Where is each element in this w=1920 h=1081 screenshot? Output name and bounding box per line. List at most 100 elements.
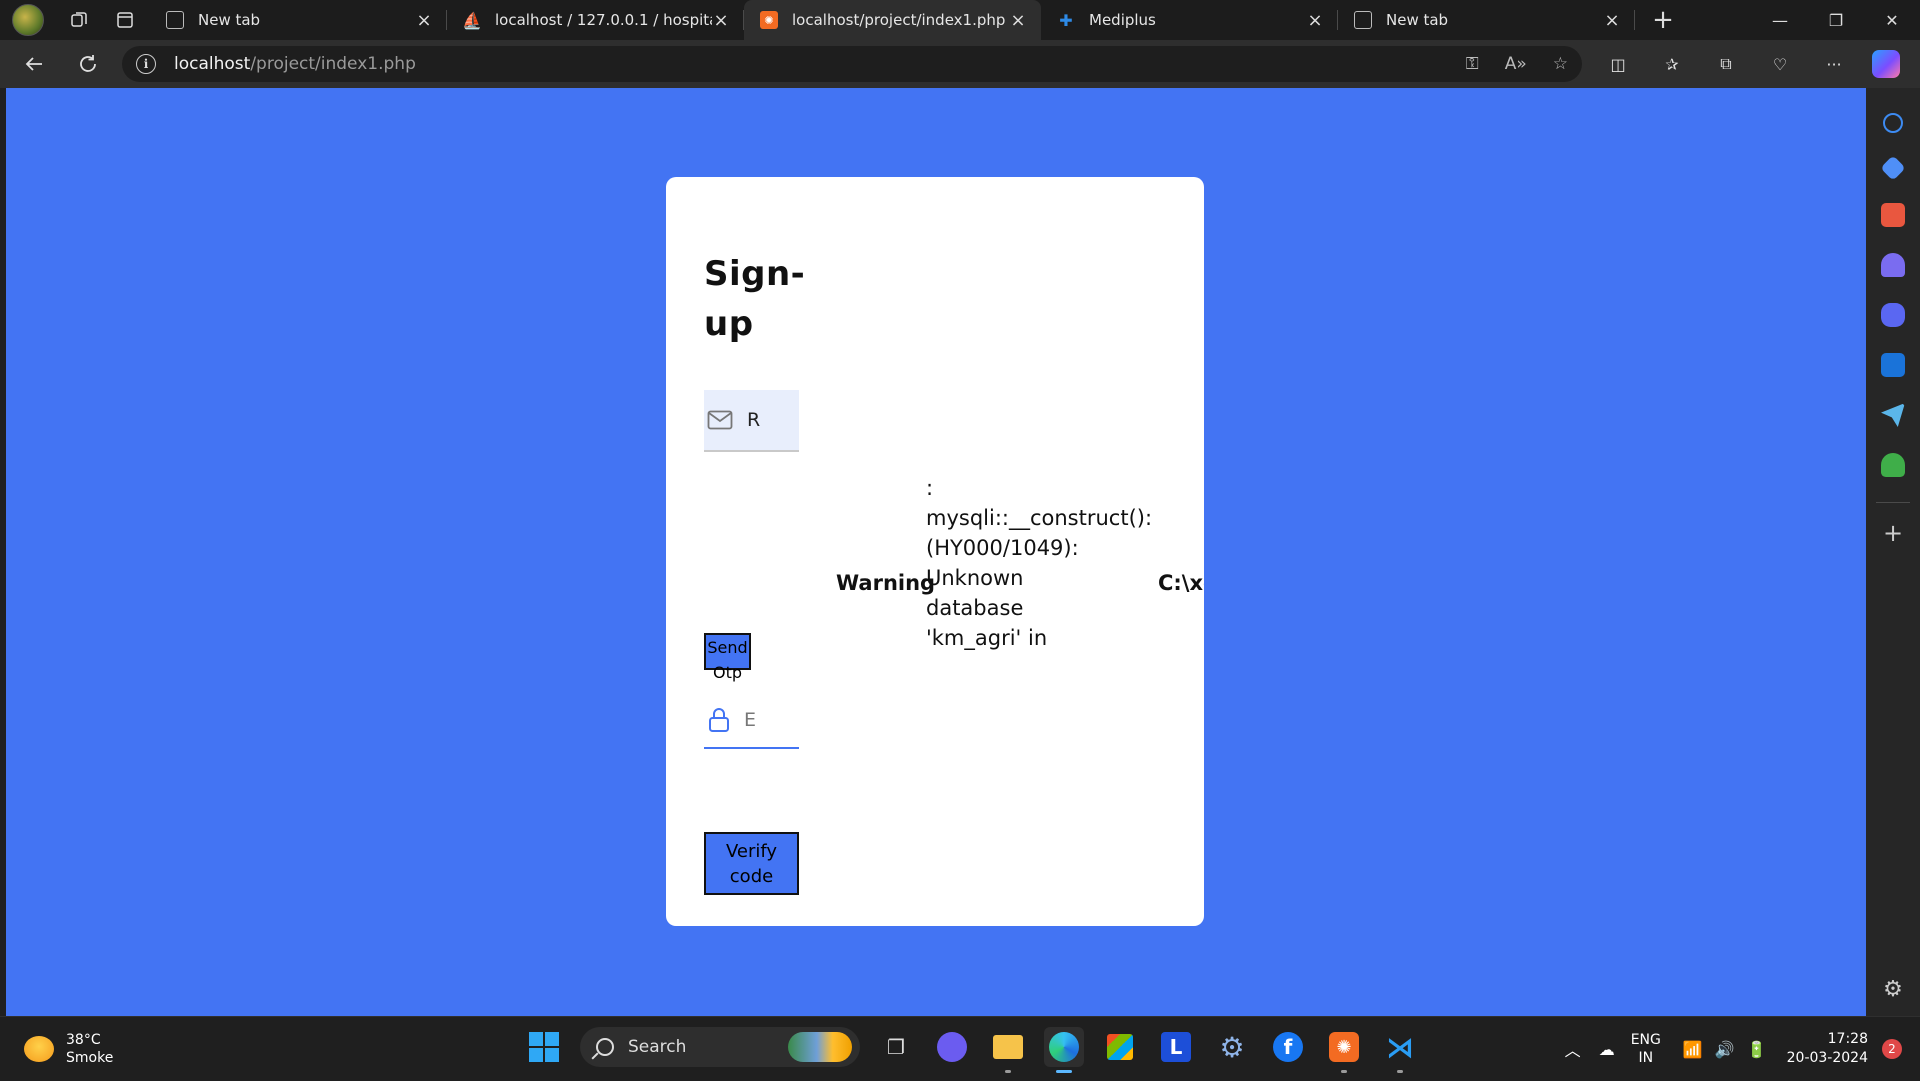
close-window-icon[interactable]: ✕ — [1864, 0, 1920, 40]
refresh-button[interactable] — [68, 44, 108, 84]
shopping-tag-icon[interactable] — [1880, 155, 1906, 181]
search-label: Search — [628, 1037, 687, 1057]
send-otp-button[interactable]: Send Otp — [704, 633, 751, 682]
browser-essentials-icon[interactable]: ♡ — [1760, 44, 1800, 84]
onedrive-cloud-icon[interactable]: ☁ — [1599, 1040, 1615, 1059]
weather-temp: 38°C — [66, 1032, 101, 1048]
lang-line-2: IN — [1638, 1050, 1654, 1066]
chat-icon[interactable] — [937, 1032, 967, 1062]
title-line-2: up — [704, 304, 754, 344]
search-highlight-icon — [788, 1032, 852, 1062]
tab-actions-icon[interactable] — [114, 9, 136, 31]
code-input[interactable] — [744, 709, 794, 731]
warning-line: mysqli::__construct(): — [926, 506, 1153, 530]
close-icon[interactable]: × — [712, 10, 730, 31]
search-icon — [596, 1038, 614, 1056]
settings-gear-icon[interactable]: ⚙ — [1212, 1027, 1252, 1067]
url-path: /project/index1.php — [250, 54, 416, 74]
warning-label: Warning — [836, 571, 936, 595]
site-info-icon[interactable]: i — [136, 54, 156, 74]
close-icon[interactable]: × — [1009, 10, 1027, 31]
xampp-taskbar-icon[interactable]: ✺ — [1324, 1027, 1364, 1073]
email-input[interactable] — [747, 409, 797, 431]
tab-mediplus[interactable]: ✚ Mediplus × — [1041, 0, 1338, 40]
browser-toolbar: i localhost/project/index1.php ⚿ A» ☆ ◫ … — [0, 40, 1920, 88]
chevron-up-icon[interactable]: ︿ — [1565, 1037, 1581, 1061]
volume-icon: 🔊 — [1714, 1039, 1735, 1059]
sidebar-divider — [1876, 502, 1910, 503]
favorite-star-icon[interactable]: ☆ — [1553, 54, 1568, 74]
split-screen-icon[interactable]: ◫ — [1598, 44, 1638, 84]
task-view-icon[interactable]: ❐ — [876, 1027, 916, 1067]
tab-index1[interactable]: ✺ localhost/project/index1.php × — [744, 0, 1041, 40]
sun-haze-icon — [24, 1036, 54, 1062]
read-aloud-icon[interactable]: A» — [1505, 54, 1527, 74]
more-menu-icon[interactable]: ··· — [1814, 44, 1854, 84]
profile-avatar[interactable] — [12, 4, 44, 36]
minimize-icon[interactable]: — — [1752, 0, 1808, 40]
language-indicator[interactable]: ENG IN — [1631, 1031, 1661, 1067]
vscode-icon[interactable]: ⋊ — [1380, 1027, 1420, 1073]
edge-sidebar: + ⚙ — [1866, 88, 1920, 1016]
system-tray: ︿ ☁ ENG IN 📶 🔊 🔋 17:28 20-03-2024 2 — [1565, 1017, 1920, 1081]
tab-title: New tab — [1386, 11, 1449, 29]
add-sidebar-app-icon[interactable]: + — [1883, 519, 1903, 547]
sidebar-settings-icon[interactable]: ⚙ — [1883, 977, 1903, 1002]
edge-browser-icon[interactable] — [1044, 1027, 1084, 1073]
tab-title: New tab — [198, 11, 261, 29]
lang-line-1: ENG — [1630, 1032, 1661, 1048]
search-icon[interactable] — [1883, 113, 1903, 133]
warning-content: Warning : mysqli::__construct(): (HY000/… — [836, 476, 1204, 657]
tab-new-tab-2[interactable]: New tab × — [1338, 0, 1635, 40]
warning-path: C:\xc — [1158, 571, 1204, 595]
tab-new-tab-1[interactable]: New tab × — [150, 0, 447, 40]
new-tab-button[interactable]: + — [1645, 2, 1681, 38]
xampp-icon: ✺ — [760, 11, 778, 29]
l-app-icon[interactable]: L — [1161, 1032, 1191, 1062]
signup-card: Sign- up Warning : mysqli::__construct()… — [666, 177, 1204, 926]
verify-code-button[interactable]: Verify code — [704, 832, 799, 895]
php-warning: Warning : mysqli::__construct(): (HY000/… — [836, 476, 1204, 657]
facebook-icon[interactable]: f — [1268, 1027, 1308, 1067]
workspaces-icon[interactable] — [68, 9, 90, 31]
file-explorer-icon[interactable] — [988, 1027, 1028, 1073]
taskbar-apps: Search ❐ L ⚙ f ✺ ⋊ — [524, 1027, 1420, 1073]
weather-desc: Smoke — [66, 1050, 114, 1066]
games-icon[interactable] — [1881, 253, 1905, 277]
close-icon[interactable]: × — [1603, 10, 1621, 31]
close-icon[interactable]: × — [1306, 10, 1324, 31]
back-button[interactable] — [14, 44, 54, 84]
copilot-icon[interactable] — [1872, 50, 1900, 78]
collections-icon[interactable]: ⧉ — [1706, 44, 1746, 84]
newtab-icon — [166, 11, 184, 29]
tree-icon[interactable] — [1881, 453, 1905, 477]
tab-title: localhost/project/index1.php — [792, 11, 1006, 29]
tab-phpmyadmin[interactable]: ⛵ localhost / 127.0.0.1 / hospitalm: × — [447, 0, 744, 40]
outlook-icon[interactable] — [1881, 353, 1905, 377]
taskbar-search[interactable]: Search — [580, 1027, 860, 1067]
mail-icon — [707, 410, 733, 430]
copilot-side-icon[interactable] — [1881, 303, 1905, 327]
tab-list: New tab × ⛵ localhost / 127.0.0.1 / hosp… — [150, 0, 1635, 40]
close-icon[interactable]: × — [415, 10, 433, 31]
password-key-icon[interactable]: ⚿ — [1466, 54, 1479, 74]
quick-settings[interactable]: 📶 🔊 🔋 — [1683, 1040, 1767, 1059]
clock-time: 17:28 — [1827, 1031, 1868, 1047]
address-bar[interactable]: i localhost/project/index1.php ⚿ A» ☆ — [122, 46, 1582, 82]
send-icon[interactable] — [1881, 403, 1905, 427]
warning-line: Unknown database — [926, 566, 1024, 620]
title-line-1: Sign- — [704, 254, 806, 294]
windows-start-icon[interactable] — [524, 1027, 564, 1067]
clock[interactable]: 17:28 20-03-2024 — [1787, 1030, 1868, 1068]
page-title: Sign- up — [704, 249, 814, 349]
warning-line: (HY000/1049): — [926, 536, 1079, 560]
notification-badge[interactable]: 2 — [1882, 1039, 1902, 1059]
lock-icon — [709, 708, 729, 732]
windows-taskbar: 38°C Smoke Search ❐ L ⚙ f ✺ ⋊ ︿ ☁ ENG IN… — [0, 1016, 1920, 1080]
favorites-icon[interactable]: ✰ — [1652, 44, 1692, 84]
restore-icon[interactable]: ❐ — [1808, 0, 1864, 40]
weather-widget[interactable]: 38°C Smoke — [24, 1031, 113, 1067]
microsoft-store-icon[interactable] — [1100, 1027, 1140, 1067]
tools-briefcase-icon[interactable] — [1881, 203, 1905, 227]
warning-colon: : — [926, 476, 934, 500]
